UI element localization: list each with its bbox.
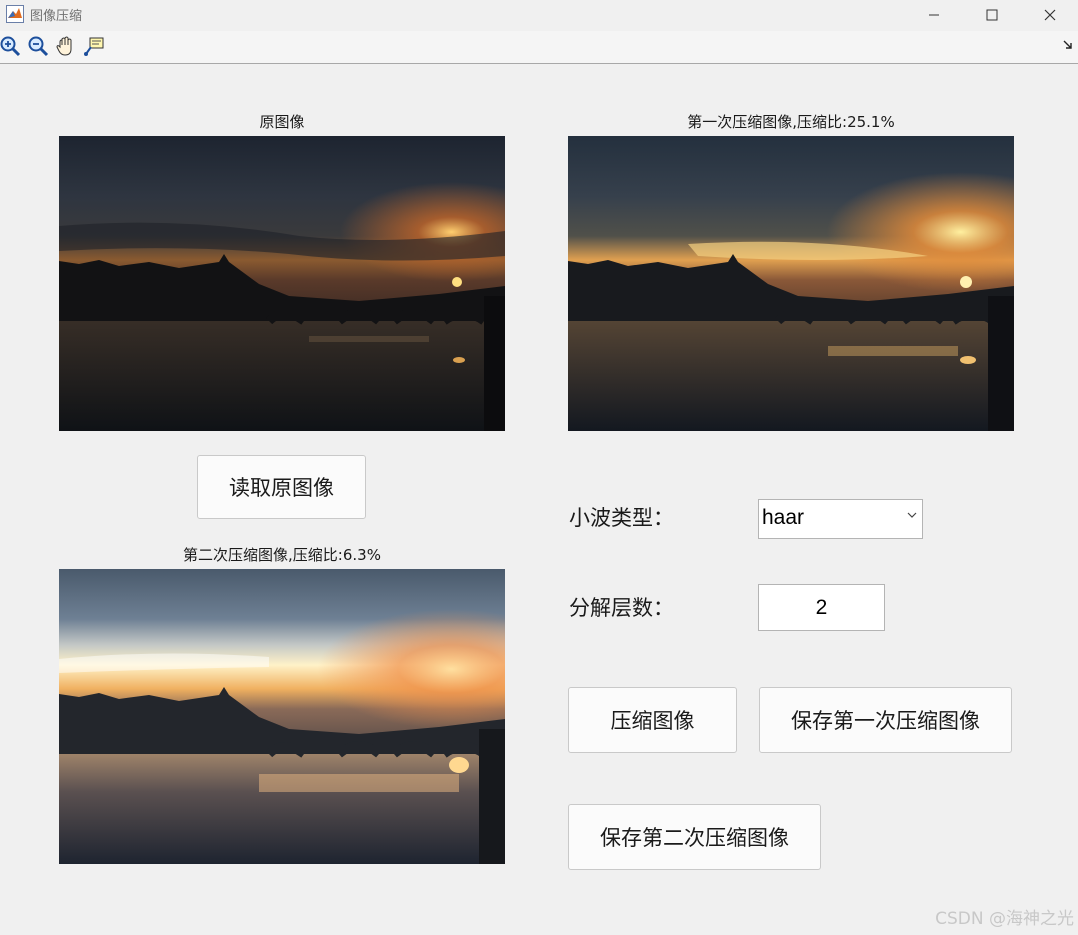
data-cursor-button[interactable] bbox=[82, 34, 106, 58]
minimize-icon bbox=[929, 14, 939, 16]
first-compressed-image bbox=[568, 136, 1014, 431]
read-image-button[interactable]: 读取原图像 bbox=[197, 455, 366, 519]
original-image bbox=[59, 136, 505, 431]
data-cursor-icon bbox=[84, 37, 104, 56]
minimize-button[interactable] bbox=[905, 0, 963, 30]
second-compressed-image bbox=[59, 569, 505, 864]
wavelet-type-label: 小波类型： bbox=[569, 506, 674, 530]
pan-button[interactable] bbox=[54, 34, 78, 58]
zoom-in-icon bbox=[0, 36, 21, 57]
maximize-button[interactable] bbox=[963, 0, 1021, 30]
watermark: CSDN @海神之光 bbox=[935, 909, 1074, 929]
original-image-title: 原图像 bbox=[259, 113, 305, 131]
close-button[interactable] bbox=[1021, 0, 1078, 30]
save-second-compressed-button[interactable]: 保存第二次压缩图像 bbox=[568, 804, 821, 870]
zoom-out-icon bbox=[28, 36, 49, 57]
compress-image-button[interactable]: 压缩图像 bbox=[568, 687, 737, 753]
decomposition-levels-field[interactable]: 2 bbox=[758, 584, 885, 631]
wavelet-type-dropdown[interactable]: haar bbox=[758, 499, 923, 539]
decomposition-levels-label: 分解层数： bbox=[569, 596, 674, 620]
zoom-out-button[interactable] bbox=[26, 34, 50, 58]
window-title: 图像压缩 bbox=[30, 9, 83, 24]
chevron-down-icon bbox=[907, 512, 917, 518]
first-compressed-title: 第一次压缩图像,压缩比:25.1% bbox=[687, 113, 895, 131]
pan-hand-icon bbox=[56, 36, 72, 56]
zoom-in-button[interactable] bbox=[0, 34, 22, 58]
figure-toolbar bbox=[0, 31, 1078, 64]
toolbar-expand-button[interactable] bbox=[1060, 37, 1076, 53]
title-bar: 图像压缩 bbox=[0, 0, 1078, 30]
maximize-icon bbox=[986, 9, 998, 21]
save-first-compressed-button[interactable]: 保存第一次压缩图像 bbox=[759, 687, 1012, 753]
corner-arrow-icon bbox=[1063, 40, 1072, 49]
close-icon bbox=[1044, 9, 1056, 21]
second-compressed-title: 第二次压缩图像,压缩比:6.3% bbox=[183, 546, 381, 564]
matlab-logo-icon bbox=[6, 5, 24, 23]
wavelet-type-value: haar bbox=[762, 506, 805, 529]
